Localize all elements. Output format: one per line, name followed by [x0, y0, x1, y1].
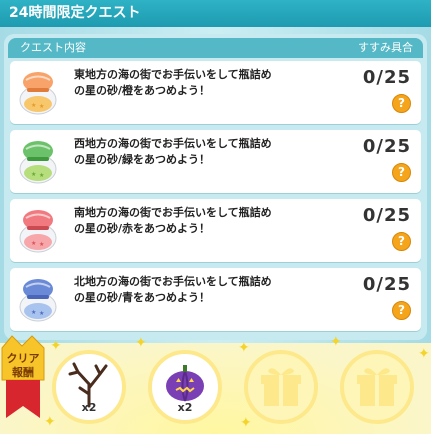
quest-description: 東地方の海の街でお手伝いをして瓶詰めの星の砂/橙をあつめよう！ [74, 68, 272, 97]
quest-header: クエスト内容 すすみ具合 [8, 38, 423, 58]
sparkle-icon: ✦ [330, 334, 342, 350]
sparkle-icon: ✦ [418, 346, 430, 362]
svg-text:★: ★ [31, 240, 36, 247]
svg-text:★: ★ [31, 171, 36, 178]
star-sand-jar-red-icon: ★ ★ [19, 210, 57, 253]
quest-frame: クエスト内容 すすみ具合 ★ ★ 東地方の海の街でお手伝いをして瓶詰めの星の砂/橙… [0, 27, 431, 343]
reward-slot[interactable]: x2 [148, 350, 222, 424]
clear-reward-badge: クリア 報酬 [1, 335, 45, 418]
sparkle-icon: ✦ [50, 338, 62, 354]
quest-row[interactable]: ★ ★ 北地方の海の街でお手伝いをして瓶詰めの星の砂/青をあつめよう！ 0/25 … [10, 268, 421, 331]
reward-slot[interactable]: x2 [52, 350, 126, 424]
star-sand-jar-orange-icon: ★ ★ [19, 72, 57, 115]
reward-slot [244, 350, 318, 424]
badge-label-line2: 報酬 [12, 365, 34, 379]
reward-count: x2 [81, 401, 97, 414]
help-icon[interactable]: ? [392, 94, 411, 113]
window-title: 24時間限定クエスト [0, 0, 431, 27]
quest-progress: 0/25 [362, 67, 411, 88]
quest-progress: 0/25 [362, 274, 411, 295]
reward-count: x2 [177, 401, 193, 414]
quest-row[interactable]: ★ ★ 西地方の海の街でお手伝いをして瓶詰めの星の砂/緑をあつめよう！ 0/25 … [10, 130, 421, 193]
gift-box-icon [357, 368, 397, 406]
svg-text:★: ★ [39, 310, 44, 317]
progress-column-label: すすみ具合 [358, 41, 413, 54]
svg-text:★: ★ [31, 309, 36, 316]
gift-box-icon [261, 368, 301, 406]
quest-description: 西地方の海の街でお手伝いをして瓶詰めの星の砂/緑をあつめよう！ [74, 137, 272, 166]
svg-text:★: ★ [39, 241, 44, 248]
quest-progress: 0/25 [362, 136, 411, 157]
quest-panel: クエスト内容 すすみ具合 ★ ★ 東地方の海の街でお手伝いをして瓶詰めの星の砂/橙… [4, 34, 427, 340]
quest-progress: 0/25 [362, 205, 411, 226]
star-sand-jar-blue-icon: ★ ★ [19, 279, 57, 322]
badge-label-line1: クリア [7, 352, 40, 365]
quest-row[interactable]: ★ ★ 東地方の海の街でお手伝いをして瓶詰めの星の砂/橙をあつめよう！ 0/25 … [10, 61, 421, 124]
help-icon[interactable]: ? [392, 232, 411, 251]
quest-description: 北地方の海の街でお手伝いをして瓶詰めの星の砂/青をあつめよう！ [74, 275, 272, 304]
help-icon[interactable]: ? [392, 163, 411, 182]
svg-text:★: ★ [39, 103, 44, 110]
sparkle-icon: ✦ [135, 335, 147, 351]
content-column-label: クエスト内容 [20, 41, 86, 54]
svg-text:★: ★ [39, 172, 44, 179]
star-sand-jar-green-icon: ★ ★ [19, 141, 57, 184]
reward-slot [340, 350, 414, 424]
quest-description: 南地方の海の街でお手伝いをして瓶詰めの星の砂/赤をあつめよう！ [74, 206, 272, 235]
help-icon[interactable]: ? [392, 301, 411, 320]
quest-row[interactable]: ★ ★ 南地方の海の街でお手伝いをして瓶詰めの星の砂/赤をあつめよう！ 0/25 … [10, 199, 421, 262]
svg-text:★: ★ [31, 102, 36, 109]
